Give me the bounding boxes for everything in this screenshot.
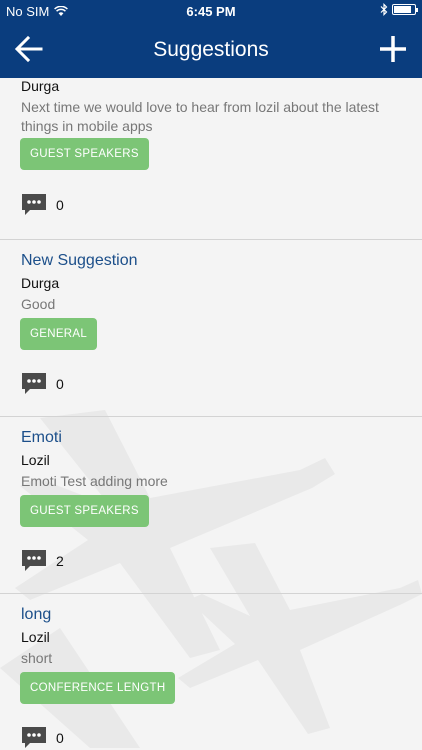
add-suggestion-button[interactable] — [378, 34, 408, 64]
suggestions-list[interactable]: Durga Next time we would love to hear fr… — [0, 78, 422, 750]
comment-icon[interactable] — [21, 371, 47, 397]
category-tag[interactable]: CONFERENCE LENGTH — [20, 672, 176, 704]
category-tag[interactable]: GUEST SPEAKERS — [20, 495, 149, 527]
suggestion-body: short — [21, 650, 53, 666]
nav-bar: Suggestions — [0, 22, 422, 78]
suggestion-body: Next time we would love to hear from loz… — [21, 99, 379, 134]
category-tag[interactable]: GENERAL — [20, 318, 98, 350]
comment-count: 2 — [56, 553, 64, 569]
suggestion-body: Emoti Test adding more — [21, 473, 168, 489]
suggestion-author: Lozil — [21, 629, 50, 645]
comment-count: 0 — [56, 376, 64, 392]
suggestion-card[interactable]: Durga Next time we would love to hear fr… — [0, 78, 422, 240]
suggestion-title[interactable]: New Suggestion — [21, 252, 138, 270]
bluetooth-icon — [380, 3, 388, 16]
suggestion-author: Durga — [21, 275, 60, 291]
comment-icon[interactable] — [21, 725, 47, 750]
suggestion-card[interactable]: long Lozil short CONFERENCE LENGTH 0 — [0, 594, 422, 750]
battery-icon — [392, 4, 418, 15]
suggestion-card[interactable]: New Suggestion Durga Good GENERAL 0 — [0, 240, 422, 417]
comment-count: 0 — [56, 730, 64, 746]
suggestion-author: Durga — [21, 78, 60, 94]
status-time: 6:45 PM — [186, 4, 236, 19]
suggestion-title[interactable]: Emoti — [21, 429, 62, 447]
suggestion-card[interactable]: Emoti Lozil Emoti Test adding more GUEST… — [0, 417, 422, 594]
comment-count: 0 — [56, 197, 64, 213]
suggestion-title[interactable]: long — [21, 606, 51, 624]
comment-icon[interactable] — [21, 548, 47, 574]
page-title: Suggestions — [153, 38, 269, 61]
category-tag[interactable]: GUEST SPEAKERS — [20, 138, 149, 170]
status-bar: No SIM 6:45 PM — [0, 0, 422, 22]
suggestion-body: Good — [21, 296, 56, 312]
suggestion-author: Lozil — [21, 452, 50, 468]
comment-icon[interactable] — [21, 192, 47, 218]
